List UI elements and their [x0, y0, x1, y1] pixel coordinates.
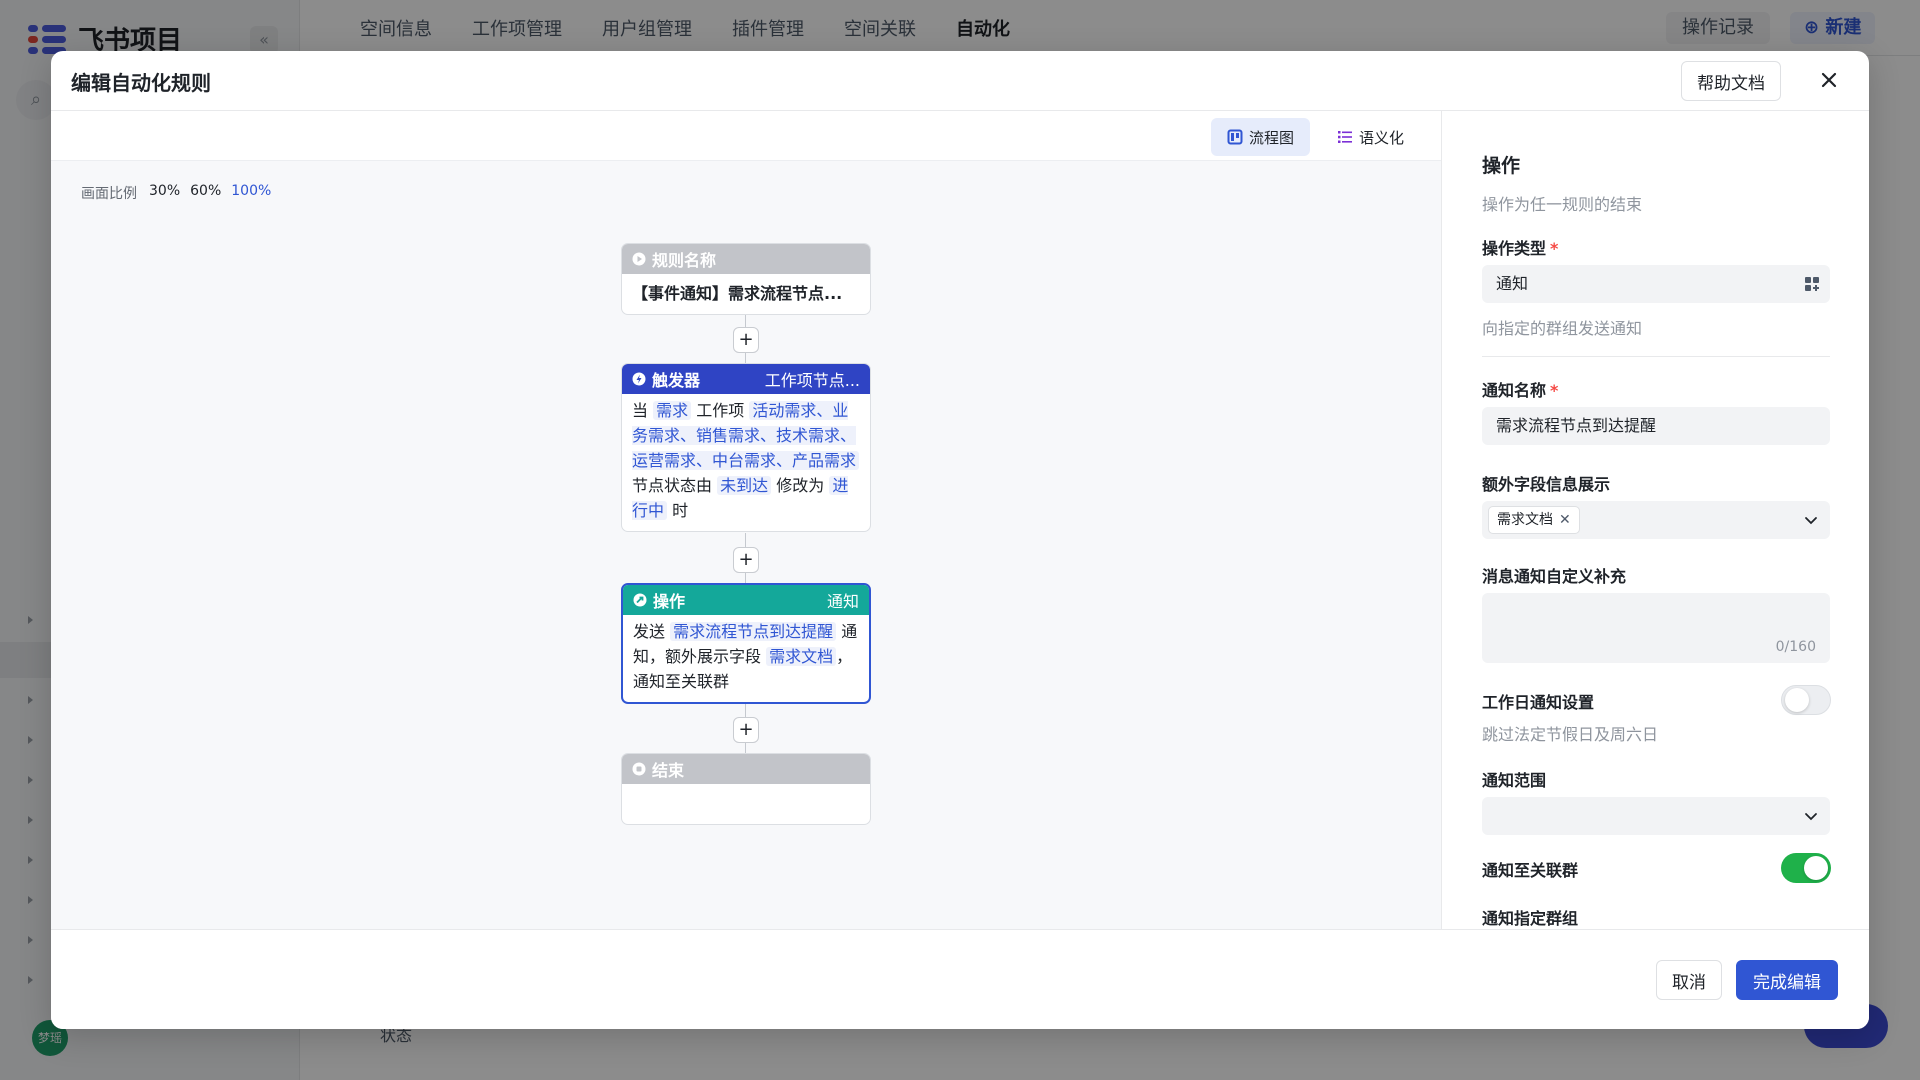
rule-name-header-label: 规则名称 [652, 251, 717, 270]
action-node-header: 操作 通知 [623, 585, 869, 615]
chip-remove-icon[interactable]: ✕ [1559, 507, 1571, 533]
cancel-button[interactable]: 取消 [1656, 960, 1722, 1000]
view-flow-label: 流程图 [1249, 128, 1295, 147]
action-text: 发送 [633, 622, 666, 641]
trigger-from-tag: 未到达 [717, 476, 772, 495]
action-header-right: 通知 [826, 592, 859, 611]
trigger-node-header: 触发器 工作项节点... [622, 364, 870, 394]
zoom-label: 画面比例 [81, 186, 137, 202]
lightning-icon [632, 372, 646, 386]
workday-label: 工作日通知设置 [1482, 693, 1595, 712]
edit-automation-modal: 编辑自动化规则 帮助文档 流程图 语义化 画面比例 30% 60% 100% 规… [51, 51, 1869, 1029]
trigger-item-tag: 需求 [653, 401, 692, 420]
trigger-text: 工作项 [696, 401, 745, 420]
modal-footer: 取消 完成编辑 [51, 929, 1869, 1029]
trigger-node[interactable]: 触发器 工作项节点... 当 需求 工作项 活动需求、业务需求、销售需求、技术需… [621, 363, 871, 532]
group-toggle[interactable] [1781, 853, 1831, 883]
extra-field-chip-label: 需求文档 [1497, 512, 1553, 528]
toggle-knob [1804, 856, 1828, 880]
toggle-knob [1785, 688, 1809, 712]
trigger-text: 当 [632, 401, 649, 420]
rule-name-node-header: 规则名称 [622, 244, 870, 274]
op-type-label-text: 操作类型 [1482, 239, 1547, 258]
notice-name-label: 通知名称 * [1482, 377, 1558, 401]
view-semantic-label: 语义化 [1359, 128, 1405, 147]
canvas-toolbar: 流程图 语义化 [51, 111, 1441, 161]
op-type-label: 操作类型 * [1482, 235, 1558, 259]
action-header-label: 操作 [653, 592, 686, 611]
action-node-body: 发送 需求流程节点到达提醒 通知，额外展示字段 需求文档 ，通知至关联群 [623, 615, 869, 702]
stop-circle-icon [632, 762, 646, 776]
required-mark: * [1550, 381, 1559, 400]
rule-name-node-body: 【事件通知】需求流程节点... [622, 274, 870, 314]
modal-title: 编辑自动化规则 [71, 71, 211, 95]
close-button[interactable] [1811, 63, 1847, 99]
workday-toggle[interactable] [1781, 685, 1831, 715]
op-type-select[interactable]: 通知 [1482, 265, 1830, 303]
flow-canvas[interactable]: 流程图 语义化 画面比例 30% 60% 100% 规则名称 【事件通知】需求流… [51, 111, 1441, 929]
zoom-controls: 画面比例 30% 60% 100% [81, 183, 271, 203]
custom-msg-label: 消息通知自定义补充 [1482, 567, 1627, 586]
action-config-panel: 操作 操作为任一规则的结束 操作类型 * 通知 向指定的群组发送通知 通知名称 * … [1441, 111, 1869, 929]
chevron-down-icon[interactable] [1804, 809, 1818, 823]
trigger-header-label: 触发器 [652, 371, 701, 390]
panel-title: 操作 [1482, 155, 1521, 177]
chevron-down-icon[interactable] [1804, 513, 1818, 527]
done-edit-button[interactable]: 完成编辑 [1736, 960, 1838, 1000]
assign-group-label: 通知指定群组 [1482, 909, 1579, 928]
play-circle-icon [632, 252, 646, 266]
extra-fields-label: 额外字段信息展示 [1482, 475, 1611, 494]
op-type-value: 通知 [1496, 274, 1529, 293]
end-node[interactable]: 结束 [621, 753, 871, 825]
action-name-tag: 需求流程节点到达提醒 [670, 622, 837, 641]
notice-name-label-text: 通知名称 [1482, 381, 1547, 400]
rule-name-node[interactable]: 规则名称 【事件通知】需求流程节点... [621, 243, 871, 315]
action-node[interactable]: 操作 通知 发送 需求流程节点到达提醒 通知，额外展示字段 需求文档 ，通知至关联… [621, 583, 871, 704]
trigger-text: 修改为 [776, 476, 825, 495]
extra-field-chip: 需求文档 ✕ [1488, 506, 1580, 534]
required-mark: * [1550, 239, 1559, 258]
zoom-100[interactable]: 100% [231, 183, 271, 203]
help-doc-button[interactable]: 帮助文档 [1681, 61, 1781, 101]
group-label: 通知至关联群 [1482, 861, 1579, 880]
panel-divider [1482, 356, 1830, 357]
trigger-text: 节点状态由 [632, 476, 713, 495]
zoom-60[interactable]: 60% [190, 183, 221, 203]
trigger-header-right: 工作项节点... [764, 371, 860, 390]
close-icon [1821, 72, 1837, 87]
action-field-tag: 需求文档 [766, 647, 837, 666]
extra-fields-select[interactable]: 需求文档 ✕ [1482, 501, 1830, 539]
end-header-label: 结束 [652, 761, 685, 780]
workday-hint: 跳过法定节假日及周六日 [1482, 725, 1659, 744]
range-label: 通知范围 [1482, 771, 1547, 790]
view-flow-toggle[interactable]: 流程图 [1211, 118, 1311, 156]
modal-header: 编辑自动化规则 帮助文档 [51, 51, 1869, 111]
char-counter: 0/160 [1775, 639, 1816, 655]
panel-desc: 操作为任一规则的结束 [1482, 195, 1643, 214]
view-semantic-toggle[interactable]: 语义化 [1321, 118, 1420, 156]
op-type-hint: 向指定的群组发送通知 [1482, 319, 1643, 338]
rule-name-text: 【事件通知】需求流程节点... [632, 284, 843, 303]
add-step-button[interactable]: + [733, 547, 759, 573]
range-select[interactable] [1482, 797, 1830, 835]
custom-msg-textarea[interactable]: 0/160 [1482, 593, 1830, 663]
add-step-button[interactable]: + [733, 717, 759, 743]
end-node-header: 结束 [622, 754, 870, 784]
flowchart-icon [1227, 129, 1243, 145]
notice-name-input[interactable]: 需求流程节点到达提醒 [1482, 407, 1830, 445]
trigger-node-body: 当 需求 工作项 活动需求、业务需求、销售需求、技术需求、运营需求、中台需求、产… [622, 394, 870, 531]
action-icon [633, 593, 647, 607]
zoom-30[interactable]: 30% [149, 183, 180, 203]
list-icon [1338, 131, 1352, 143]
grid-add-icon[interactable] [1804, 276, 1820, 292]
trigger-text: 时 [672, 501, 689, 520]
add-step-button[interactable]: + [733, 327, 759, 353]
